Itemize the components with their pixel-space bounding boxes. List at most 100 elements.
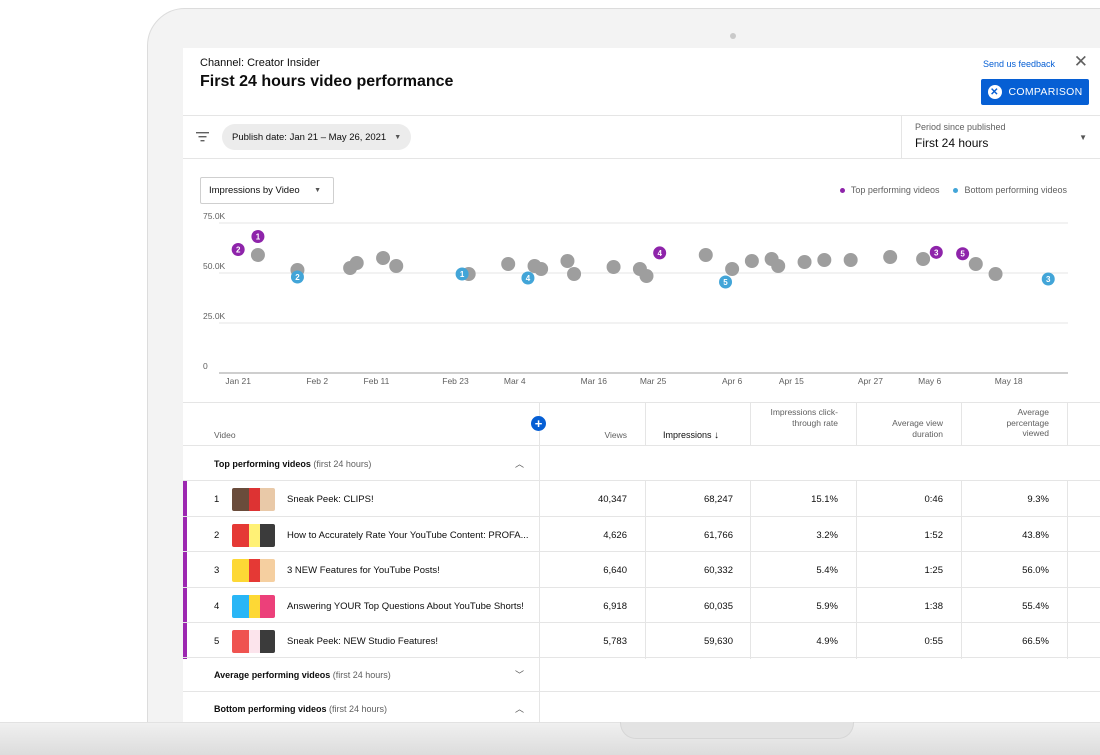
column-divider	[645, 516, 646, 552]
x-tick-label: Mar 16	[581, 376, 608, 386]
page-title: First 24 hours video performance	[200, 73, 454, 90]
column-divider	[750, 481, 751, 517]
column-divider	[856, 552, 857, 588]
channel-name: Channel: Creator Insider	[200, 57, 320, 69]
y-tick-label: 25.0K	[203, 311, 226, 321]
chevron-up-icon[interactable]: ︿	[515, 457, 524, 470]
add-column-button[interactable]: +	[531, 416, 546, 431]
col-views[interactable]: Views	[604, 430, 627, 441]
close-circle-icon: ✕	[987, 85, 1002, 99]
point-label: 2	[295, 273, 300, 282]
video-thumbnail[interactable]	[232, 594, 275, 618]
metric-select-value: Impressions by Video	[209, 185, 300, 196]
comparison-button-label: COMPARISON	[1008, 86, 1083, 98]
period-select[interactable]: Period since published First 24 hours ▼	[901, 115, 1100, 158]
group-row-average[interactable]: Average performing videos (first 24 hour…	[183, 657, 1100, 692]
column-divider	[645, 623, 646, 659]
group-title: Average performing videos	[214, 670, 331, 680]
col-video[interactable]: Video	[214, 430, 236, 441]
group-subtitle: (first 24 hours)	[332, 670, 391, 680]
metric-select[interactable]: Impressions by Video ▼	[200, 177, 334, 204]
video-thumbnail[interactable]	[232, 523, 275, 547]
group-row-bottom[interactable]: Bottom performing videos (first 24 hours…	[183, 691, 1100, 726]
group-row-top[interactable]: Top performing videos (first 24 hours) ︿	[183, 445, 1100, 481]
x-tick-label: Apr 15	[779, 376, 804, 386]
average-point	[988, 267, 1003, 281]
point-label: 5	[960, 250, 965, 259]
table-row[interactable]: 5 Sneak Peek: NEW Studio Features! 5,783 59…	[183, 622, 1100, 659]
col-ctr[interactable]: Impressions click-through rate	[748, 407, 838, 428]
col-avd[interactable]: Average view duration	[863, 418, 943, 439]
column-divider	[539, 587, 540, 623]
close-icon[interactable]: ✕	[1074, 52, 1088, 72]
group-title: Top performing videos	[214, 459, 311, 469]
column-divider	[539, 516, 540, 552]
column-divider	[1067, 623, 1068, 659]
y-tick-label: 75.0K	[203, 213, 226, 221]
period-label: Period since published	[915, 122, 1006, 132]
row-rank: 4	[214, 600, 220, 612]
video-title[interactable]: 3 NEW Features for YouTube Posts!	[287, 565, 440, 576]
column-divider	[856, 623, 857, 659]
column-divider	[1067, 403, 1068, 446]
average-point	[501, 257, 516, 271]
video-thumbnail[interactable]	[232, 488, 275, 511]
row-accent	[183, 481, 187, 517]
send-feedback-link[interactable]: Send us feedback	[983, 59, 1055, 69]
x-tick-label: Mar 4	[504, 376, 526, 386]
x-tick-label: Jan 21	[225, 376, 251, 386]
point-label: 3	[1046, 275, 1051, 284]
legend-top-label: Top performing videos	[850, 185, 940, 195]
column-divider	[856, 516, 857, 552]
webcam	[730, 33, 736, 39]
x-tick-label: Apr 6	[722, 376, 743, 386]
group-title: Bottom performing videos	[214, 704, 327, 714]
video-thumbnail[interactable]	[232, 559, 275, 582]
col-impressions[interactable]: Impressions ↓	[663, 430, 719, 443]
table-row[interactable]: 2 How to Accurately Rate Your YouTube Con…	[183, 515, 1100, 552]
average-point	[968, 257, 983, 271]
video-title[interactable]: Answering YOUR Top Questions About YouTu…	[287, 601, 524, 612]
column-divider	[1067, 552, 1068, 588]
legend-bottom: Bottom performing videos	[953, 185, 1067, 195]
video-title[interactable]: How to Accurately Rate Your YouTube Cont…	[287, 530, 529, 541]
video-thumbnail[interactable]	[232, 630, 275, 653]
cell-avd: 1:25	[924, 565, 944, 576]
cell-avd: 0:55	[924, 636, 944, 647]
table-row[interactable]: 4 Answering YOUR Top Questions About YouT…	[183, 586, 1100, 623]
cell-ctr: 15.1%	[811, 494, 838, 505]
cell-impressions: 61,766	[703, 529, 733, 541]
group-label-bottom: Bottom performing videos (first 24 hours…	[214, 704, 387, 714]
legend-dot-icon	[953, 188, 959, 194]
publish-date-filter-chip[interactable]: Publish date: Jan 21 – May 26, 2021 ▼	[222, 124, 412, 150]
column-divider	[961, 481, 962, 517]
caret-down-icon: ▼	[394, 133, 402, 141]
cell-apv: 55.4%	[1022, 600, 1049, 612]
chevron-down-icon[interactable]: ﹀	[515, 668, 524, 681]
video-title[interactable]: Sneak Peek: CLIPS!	[287, 494, 374, 505]
group-subtitle: (first 24 hours)	[329, 704, 388, 714]
col-apv[interactable]: Average percentage viewed	[979, 407, 1049, 439]
period-value: First 24 hours	[915, 136, 989, 150]
column-divider	[856, 481, 857, 517]
chevron-up-icon[interactable]: ︿	[515, 702, 524, 715]
row-rank: 1	[214, 494, 220, 505]
cell-apv: 43.8%	[1022, 529, 1049, 541]
point-label: 5	[723, 278, 728, 287]
column-divider	[645, 403, 646, 446]
caret-down-icon: ▼	[1079, 133, 1087, 142]
column-divider	[750, 552, 751, 588]
cell-views: 40,347	[597, 494, 627, 505]
filter-icon[interactable]	[196, 132, 209, 142]
cell-avd: 1:52	[924, 529, 944, 541]
comparison-button[interactable]: ✕ COMPARISON	[981, 79, 1089, 105]
video-title[interactable]: Sneak Peek: NEW Studio Features!	[287, 636, 438, 647]
arrow-down-icon: ↓	[714, 430, 720, 441]
table-row[interactable]: 3 3 NEW Features for YouTube Posts! 6,640 6…	[183, 551, 1100, 588]
x-tick-label: Feb 23	[442, 376, 469, 386]
average-point	[698, 248, 713, 262]
cell-ctr: 4.9%	[816, 636, 838, 647]
cell-ctr: 3.2%	[816, 529, 838, 541]
table-row[interactable]: 1 Sneak Peek: CLIPS! 40,347 68,247 15.1% 0:46…	[183, 480, 1100, 517]
column-divider	[750, 516, 751, 552]
